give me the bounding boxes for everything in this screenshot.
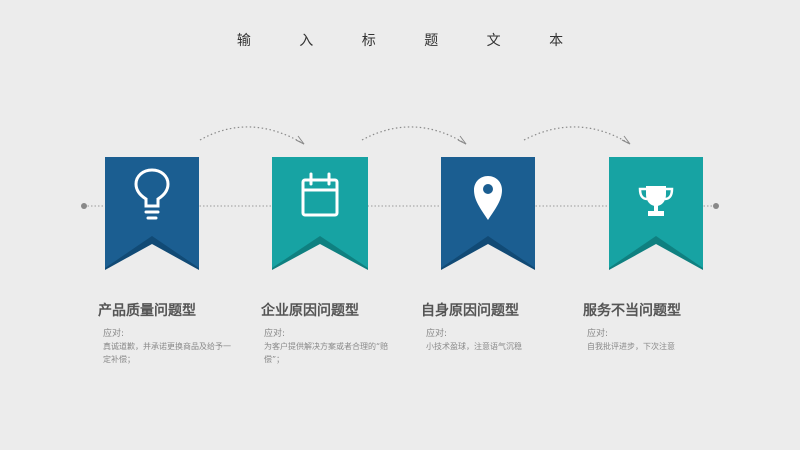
card-4-label: 应对: [587,329,609,339]
card-3-label: 应对: [426,329,448,339]
timeline-graphic [81,126,719,270]
card-2-banner [272,157,368,270]
arc-arrow-3 [523,126,631,145]
card-1-label: 应对: [103,329,125,339]
card-3-title: 自身原因问题型 [421,303,519,319]
card-1-title: 产品质量问题型 [98,303,196,319]
timeline-start-dot [81,203,87,209]
timeline-end-dot [713,203,719,209]
arc-arrow-2 [361,126,467,145]
card-4-banner [609,157,703,270]
card-3-desc: 小技术盈球，注意语气沉稳 [426,342,522,351]
arc-arrow-1 [199,126,305,145]
card-4-desc: 自我批评进步，下次注意 [587,342,675,351]
card-4-title: 服务不当问题型 [583,303,681,319]
card-1-desc: 真诚道歉，并承诺更换商品及给予一定补偿； [103,342,231,364]
card-2-label: 应对: [264,329,286,339]
card-3-banner [441,157,535,270]
arc-arrowhead-1 [295,135,305,145]
card-1-banner [105,157,199,270]
card-2-banner-main [272,157,368,268]
card-2-title: 企业原因问题型 [261,303,359,319]
card-2-desc: 为客户提供解决方案或者合理的“赔偿”； [264,342,389,364]
arc-arrowhead-2 [457,135,467,145]
arc-arrowhead-3 [621,135,631,145]
